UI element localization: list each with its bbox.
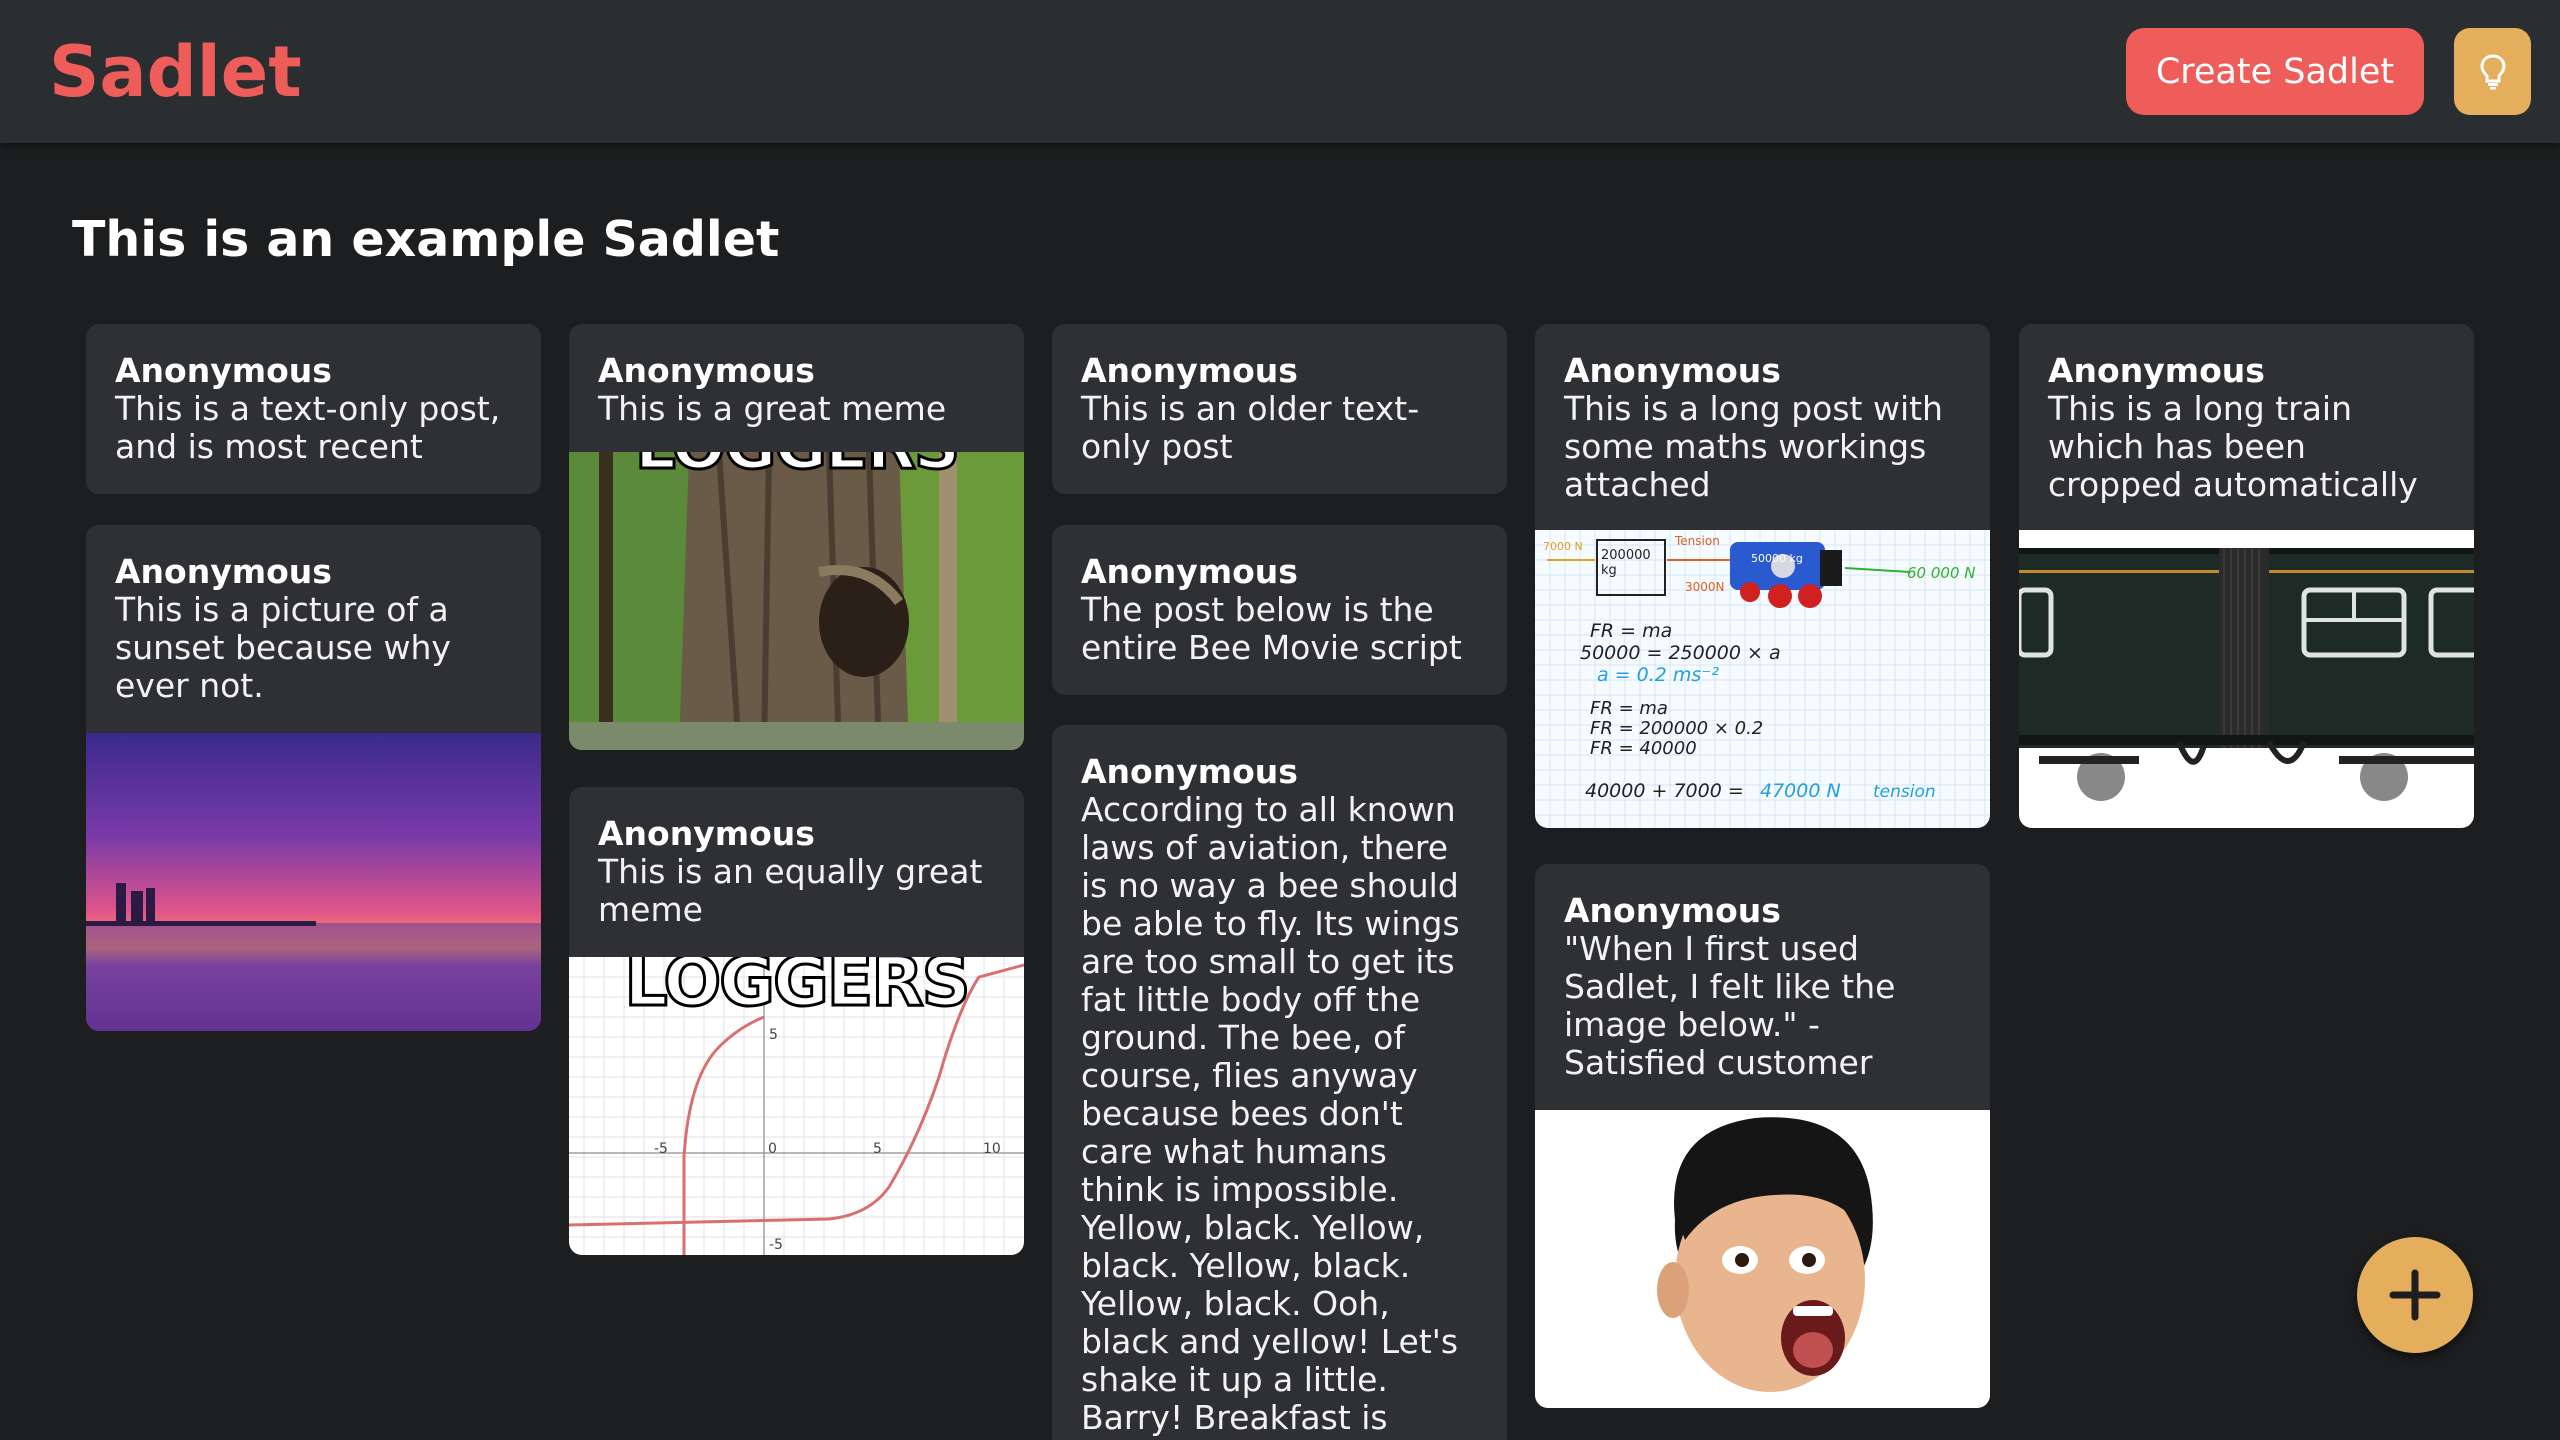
create-sadlet-button[interactable]: Create Sadlet bbox=[2126, 28, 2424, 115]
app-header: Sadlet Create Sadlet bbox=[0, 0, 2560, 143]
post-text: This is an equally great meme bbox=[598, 852, 983, 929]
add-post-button[interactable] bbox=[2357, 1237, 2473, 1353]
post-text: This is an older text-only post bbox=[1081, 389, 1420, 466]
maths-label: 50000 kg bbox=[1751, 552, 1803, 565]
post-author: Anonymous bbox=[1081, 351, 1298, 390]
post-text: This is a long train which has been crop… bbox=[2048, 389, 2418, 504]
post-author: Anonymous bbox=[1081, 752, 1298, 791]
plus-icon bbox=[2389, 1269, 2441, 1321]
maths-label: 3000N bbox=[1685, 580, 1725, 594]
page-title: This is an example Sadlet bbox=[72, 211, 780, 268]
post-author: Anonymous bbox=[115, 552, 332, 591]
post-author: Anonymous bbox=[1564, 891, 1781, 930]
post-card[interactable]: Anonymous This is a text-only post, and … bbox=[86, 324, 541, 494]
post-card[interactable]: Anonymous This is an older text-only pos… bbox=[1052, 324, 1507, 494]
tick-label: 0 bbox=[768, 1141, 777, 1157]
tick-label: -5 bbox=[654, 1141, 668, 1157]
maths-label: Tension bbox=[1675, 534, 1720, 548]
train-image bbox=[2019, 530, 2474, 828]
surprised-face-image bbox=[1535, 1110, 1990, 1408]
maths-line: 47000 N bbox=[1760, 780, 1841, 802]
post-text: This is a long post with some maths work… bbox=[1564, 389, 1943, 504]
tick-label: -5 bbox=[769, 1237, 783, 1253]
post-text: This is a picture of a sunset because wh… bbox=[115, 590, 451, 705]
maths-line: 40000 + 7000 = bbox=[1585, 780, 1744, 802]
post-text: "When I first used Sadlet, I felt like t… bbox=[1564, 929, 1896, 1082]
post-card[interactable]: Anonymous This is a long train which has… bbox=[2019, 324, 2474, 828]
post-text: According to all known laws of aviation,… bbox=[1081, 790, 1460, 1440]
maths-workings-image: 7000 N 200000 kg Tension 50000 kg 3000N … bbox=[1535, 530, 1990, 828]
sunset-image bbox=[86, 733, 541, 1031]
post-card[interactable]: Anonymous This is an equally great meme … bbox=[569, 787, 1024, 1255]
post-card[interactable]: Anonymous According to all known laws of… bbox=[1052, 725, 1507, 1440]
maths-line: FR = ma bbox=[1590, 698, 1668, 719]
post-card[interactable]: Anonymous This is a great meme LOGGERS bbox=[569, 324, 1024, 750]
post-author: Anonymous bbox=[115, 351, 332, 390]
maths-line: 50000 = 250000 × a bbox=[1580, 642, 1781, 664]
maths-line: tension bbox=[1873, 782, 1936, 802]
maths-line: a = 0.2 ms⁻² bbox=[1597, 664, 1719, 686]
maths-line: FR = 200000 × 0.2 bbox=[1590, 718, 1764, 739]
post-author: Anonymous bbox=[598, 351, 815, 390]
post-card[interactable]: Anonymous This is a long post with some … bbox=[1535, 324, 1990, 828]
post-card[interactable]: Anonymous This is a picture of a sunset … bbox=[86, 525, 541, 1031]
tick-label: 5 bbox=[769, 1027, 778, 1043]
theme-toggle-button[interactable] bbox=[2454, 28, 2531, 115]
post-author: Anonymous bbox=[2048, 351, 2265, 390]
post-text: The post below is the entire Bee Movie s… bbox=[1081, 590, 1462, 667]
post-author: Anonymous bbox=[1081, 552, 1298, 591]
maths-line: FR = 40000 bbox=[1590, 738, 1697, 759]
lightbulb-icon bbox=[2479, 53, 2506, 89]
brand-logo[interactable]: Sadlet bbox=[49, 30, 302, 114]
post-card[interactable]: Anonymous "When I first used Sadlet, I f… bbox=[1535, 864, 1990, 1408]
tree-loggers-meme bbox=[569, 452, 1024, 750]
post-author: Anonymous bbox=[598, 814, 815, 853]
maths-line: FR = ma bbox=[1590, 620, 1673, 642]
post-text: This is a great meme bbox=[598, 389, 947, 428]
post-card[interactable]: Anonymous The post below is the entire B… bbox=[1052, 525, 1507, 695]
maths-label: 60 000 N bbox=[1907, 564, 1976, 582]
maths-label: 200000 kg bbox=[1601, 548, 1651, 578]
post-text: This is a text-only post, and is most re… bbox=[115, 389, 501, 466]
maths-label: 7000 N bbox=[1543, 540, 1583, 553]
tick-label: 5 bbox=[873, 1141, 882, 1157]
tick-label: 10 bbox=[983, 1141, 1001, 1157]
post-author: Anonymous bbox=[1564, 351, 1781, 390]
